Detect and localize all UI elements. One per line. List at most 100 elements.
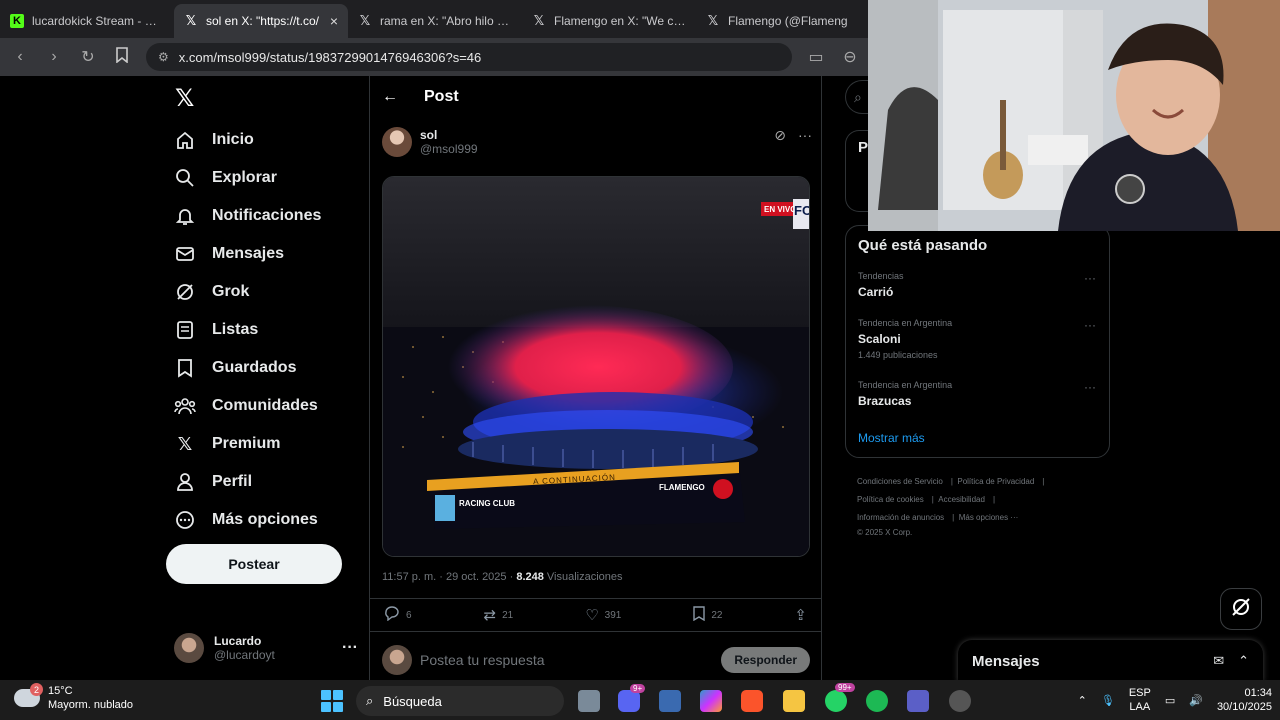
address-bar[interactable]: ⚙ x.com/msol999/status/19837299014769463…	[146, 43, 792, 71]
communities-icon	[174, 395, 196, 417]
trend-post-count: 1.449 publicaciones	[858, 350, 938, 360]
clock[interactable]: 01:34 30/10/2025	[1217, 686, 1272, 714]
repost-action[interactable]: ⇄ 21	[484, 606, 514, 624]
trend-item[interactable]: Tendencia en Argentina Brazucas ···	[858, 380, 1098, 408]
microphone-icon[interactable]: 🎙	[1101, 694, 1115, 707]
grok-floating-button[interactable]	[1220, 588, 1262, 630]
cast-icon[interactable]: ▭	[806, 47, 826, 67]
browser-tab-flamengo[interactable]: 𝕏 Flamengo en X: "We can n	[522, 4, 696, 38]
whatsapp-icon[interactable]: 99+	[825, 683, 855, 712]
more-icon[interactable]: ···	[1084, 380, 1096, 394]
footer-link[interactable]: Accesibilidad	[938, 495, 985, 504]
like-action[interactable]: ♡ 391	[585, 606, 621, 624]
speaker-icon[interactable]: 🔊	[1189, 694, 1203, 707]
sidebar-item-label: Más opciones	[212, 511, 318, 528]
x-sidebar: 𝕏 Inicio Explorar Notificaciones Mensaje…	[160, 76, 370, 680]
share-action[interactable]: ⇪	[794, 606, 807, 624]
grok-explain-icon[interactable]: ⊘	[774, 127, 786, 144]
browser-tab-rama[interactable]: 𝕏 rama en X: "Abro hilo dem	[348, 4, 522, 38]
footer-link[interactable]: Más opciones ···	[959, 513, 1019, 522]
language-indicator[interactable]: ESP LAA	[1129, 686, 1151, 714]
teams-icon[interactable]	[907, 690, 929, 712]
messages-dock[interactable]: Mensajes ✉ ⌃	[958, 640, 1263, 682]
brave-browser-icon[interactable]	[741, 690, 763, 712]
trends-title: Qué está pasando	[858, 237, 988, 254]
sidebar-item-perfil[interactable]: Perfil	[174, 469, 252, 495]
author-handle[interactable]: @msol999	[420, 142, 478, 156]
taskbar-search-label: Búsqueda	[383, 693, 442, 709]
sidebar-item-grok[interactable]: Grok	[174, 279, 249, 305]
chevron-up-icon[interactable]: ⌃	[1078, 694, 1087, 707]
search-icon: ⌕	[366, 693, 374, 708]
bookmark-action[interactable]: 22	[693, 605, 722, 625]
post-media-image[interactable]: EN VIVO FO A CONTINUACIÓN RACING CLUB FL…	[382, 176, 810, 557]
weather-widget[interactable]: 2 15°C Mayorm. nublado	[14, 683, 133, 712]
sidebar-item-listas[interactable]: Listas	[174, 317, 258, 343]
sidebar-item-notificaciones[interactable]: Notificaciones	[174, 203, 321, 229]
file-explorer-icon[interactable]	[783, 690, 805, 712]
back-icon[interactable]: ‹	[10, 48, 30, 66]
browser-tab-kick[interactable]: K lucardokick Stream - Watch	[0, 4, 174, 38]
close-tab-icon[interactable]: ×	[330, 13, 338, 29]
sidebar-item-premium[interactable]: 𝕏 Premium	[174, 431, 281, 457]
sidebar-item-mensajes[interactable]: Mensajes	[174, 241, 284, 267]
discord-icon[interactable]: 9+	[618, 684, 646, 712]
channel-logo: FO	[794, 203, 809, 218]
site-settings-icon[interactable]: ⚙	[158, 50, 169, 64]
trend-context: Tendencias	[858, 271, 904, 281]
taskbar-search[interactable]: ⌕ Búsqueda	[356, 686, 564, 716]
windows-start-icon[interactable]	[321, 690, 343, 712]
author-name[interactable]: sol	[420, 128, 478, 142]
more-icon[interactable]: ···	[1084, 318, 1096, 332]
tab-title: Flamengo (@Flameng	[728, 14, 848, 28]
repost-icon: ⇄	[483, 607, 497, 624]
more-icon[interactable]: ···	[1084, 271, 1096, 285]
sidebar-item-guardados[interactable]: Guardados	[174, 355, 296, 381]
task-view-icon[interactable]	[578, 690, 600, 712]
search-icon	[174, 167, 196, 189]
footer-links: Condiciones de Servicio | Política de Pri…	[857, 473, 1107, 539]
sidebar-item-comunidades[interactable]: Comunidades	[174, 393, 318, 419]
footer-link[interactable]: Condiciones de Servicio	[857, 477, 943, 486]
new-message-icon[interactable]: ✉	[1213, 653, 1224, 669]
reload-icon[interactable]: ↻	[78, 47, 98, 67]
views-label: Visualizaciones	[543, 571, 623, 583]
browser-tab-sol[interactable]: 𝕏 sol en X: "https://t.co/ ×	[174, 4, 348, 38]
more-icon[interactable]: ···	[798, 127, 812, 144]
footer-link[interactable]: Política de Privacidad	[957, 477, 1034, 486]
sidebar-item-inicio[interactable]: Inicio	[174, 127, 254, 153]
sidebar-item-mas-opciones[interactable]: Más opciones	[174, 507, 318, 533]
x-icon: 𝕏	[359, 13, 371, 28]
mail-icon	[174, 243, 196, 265]
reply-input[interactable]: Postea tu respuesta	[420, 652, 713, 668]
chevron-up-icon[interactable]: ⌃	[1238, 653, 1249, 669]
responder-button[interactable]: Responder	[721, 647, 810, 673]
footer-link[interactable]: Información de anuncios	[857, 513, 944, 522]
account-switcher[interactable]: Lucardo @lucardoyt ···	[174, 628, 358, 668]
footer-link[interactable]: Política de cookies	[857, 495, 924, 504]
forward-icon[interactable]: ›	[44, 48, 64, 66]
app-icon[interactable]	[659, 690, 681, 712]
bookmark-page-icon[interactable]	[112, 46, 132, 68]
trend-item[interactable]: Tendencia en Argentina Scaloni 1.449 pub…	[858, 318, 1098, 360]
sidebar-item-explorar[interactable]: Explorar	[174, 165, 277, 191]
network-icon[interactable]: ▭	[1165, 694, 1175, 707]
x-logo-icon[interactable]: 𝕏	[175, 84, 194, 113]
trend-item[interactable]: Tendencias Carrió ···	[858, 271, 1098, 299]
reply-action[interactable]: 6	[384, 605, 412, 625]
copilot-icon[interactable]	[700, 690, 722, 712]
sidebar-item-label: Premium	[212, 435, 281, 452]
post-header: ← Post	[370, 76, 821, 118]
avatar	[382, 645, 412, 675]
app-icon[interactable]	[949, 690, 971, 712]
back-arrow-icon[interactable]: ←	[382, 88, 398, 106]
show-more-link[interactable]: Mostrar más	[858, 431, 925, 445]
zoom-icon[interactable]: ⊖	[840, 47, 860, 67]
post-timestamp[interactable]: 11:57 p. m. · 29 oct. 2025 ·	[382, 571, 516, 583]
author-avatar[interactable]	[382, 127, 412, 157]
spotify-icon[interactable]	[866, 690, 888, 712]
postear-button[interactable]: Postear	[166, 544, 342, 584]
browser-tab-flamengo-profile[interactable]: 𝕏 Flamengo (@Flameng	[696, 4, 870, 38]
more-icon[interactable]: ···	[342, 639, 358, 657]
sidebar-item-label: Grok	[212, 283, 250, 300]
